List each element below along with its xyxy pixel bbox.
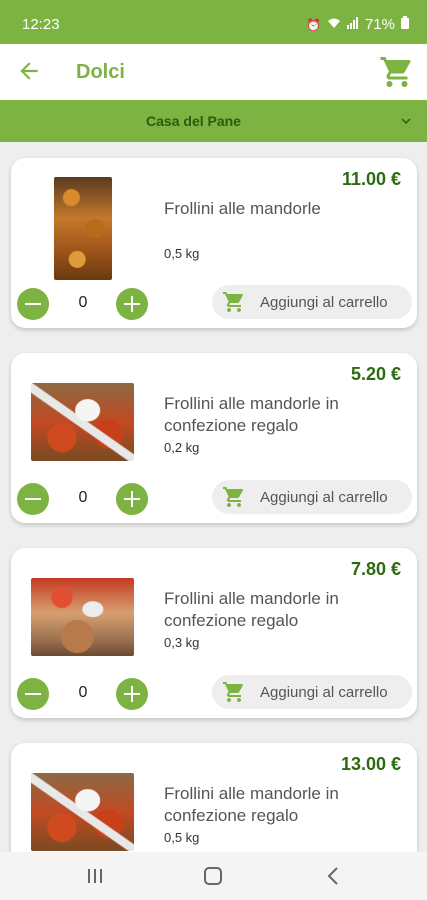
- product-list[interactable]: 11.00 € Frollini alle mandorle 0,5 kg 0 …: [0, 142, 427, 852]
- product-card: 7.80 € Frollini alle mandorle in confezi…: [11, 548, 417, 718]
- product-image: [31, 383, 134, 461]
- quantity-value: 0: [78, 489, 88, 506]
- system-nav-bar: [0, 852, 427, 900]
- minus-button[interactable]: [17, 483, 49, 515]
- minus-button[interactable]: [17, 678, 49, 710]
- status-icons: ⏰ 71%: [306, 16, 409, 33]
- app-bar: Dolci: [0, 44, 427, 100]
- recents-icon[interactable]: [86, 868, 104, 884]
- chevron-down-icon: [401, 118, 411, 124]
- product-price: 5.20 €: [350, 364, 401, 384]
- product-card: 5.20 € Frollini alle mandorle in confezi…: [11, 353, 417, 523]
- plus-button[interactable]: [116, 483, 148, 515]
- product-image: [31, 578, 134, 656]
- product-name: Frollini alle mandorle in confezione reg…: [164, 589, 339, 630]
- alarm-icon: ⏰: [306, 17, 321, 32]
- minus-button[interactable]: [17, 288, 49, 320]
- quantity-value: 0: [78, 684, 88, 701]
- plus-button[interactable]: [116, 678, 148, 710]
- product-name: Frollini alle mandorle in confezione reg…: [164, 394, 339, 435]
- add-to-cart-label: Aggiungi al carrello: [260, 294, 388, 311]
- quantity-value: 0: [78, 294, 88, 311]
- product-price: 11.00 €: [341, 169, 401, 189]
- page-title: Dolci: [76, 61, 125, 83]
- status-time: 12:23: [22, 16, 60, 33]
- product-image: [31, 773, 134, 851]
- add-to-cart-label: Aggiungi al carrello: [260, 489, 388, 506]
- product-weight: 0,2 kg: [164, 440, 200, 455]
- battery-icon: [401, 16, 409, 33]
- status-bar: 12:23 ⏰ 71%: [0, 0, 427, 44]
- plus-button[interactable]: [116, 288, 148, 320]
- product-card: 11.00 € Frollini alle mandorle 0,5 kg 0 …: [11, 158, 417, 328]
- store-name: Casa del Pane: [146, 113, 241, 129]
- cart-icon: [223, 292, 243, 312]
- home-icon[interactable]: [204, 867, 222, 885]
- product-price: 7.80 €: [350, 559, 401, 579]
- back-icon[interactable]: [326, 867, 340, 885]
- cart-icon: [223, 487, 243, 507]
- add-to-cart-button[interactable]: Aggiungi al carrello: [212, 675, 412, 709]
- add-to-cart-label: Aggiungi al carrello: [260, 684, 388, 701]
- battery-level: 71%: [364, 16, 395, 33]
- back-arrow-icon[interactable]: [16, 58, 42, 84]
- product-name: Frollini alle mandorle: [164, 199, 321, 218]
- add-to-cart-button[interactable]: Aggiungi al carrello: [212, 480, 412, 514]
- product-card: 13.00 € Frollini alle mandorle in confez…: [11, 743, 417, 852]
- wifi-icon: [327, 17, 341, 32]
- product-name: Frollini alle mandorle in confezione reg…: [164, 784, 339, 825]
- cart-icon: [223, 682, 243, 702]
- product-price: 13.00 €: [340, 754, 401, 774]
- cart-icon[interactable]: [379, 54, 415, 90]
- signal-icon: [346, 17, 359, 32]
- product-weight: 0,3 kg: [164, 635, 200, 650]
- add-to-cart-button[interactable]: Aggiungi al carrello: [212, 285, 412, 319]
- product-weight: 0,5 kg: [164, 246, 200, 261]
- product-image: [54, 177, 112, 280]
- product-weight: 0,5 kg: [164, 830, 200, 845]
- store-selector[interactable]: Casa del Pane: [0, 100, 427, 142]
